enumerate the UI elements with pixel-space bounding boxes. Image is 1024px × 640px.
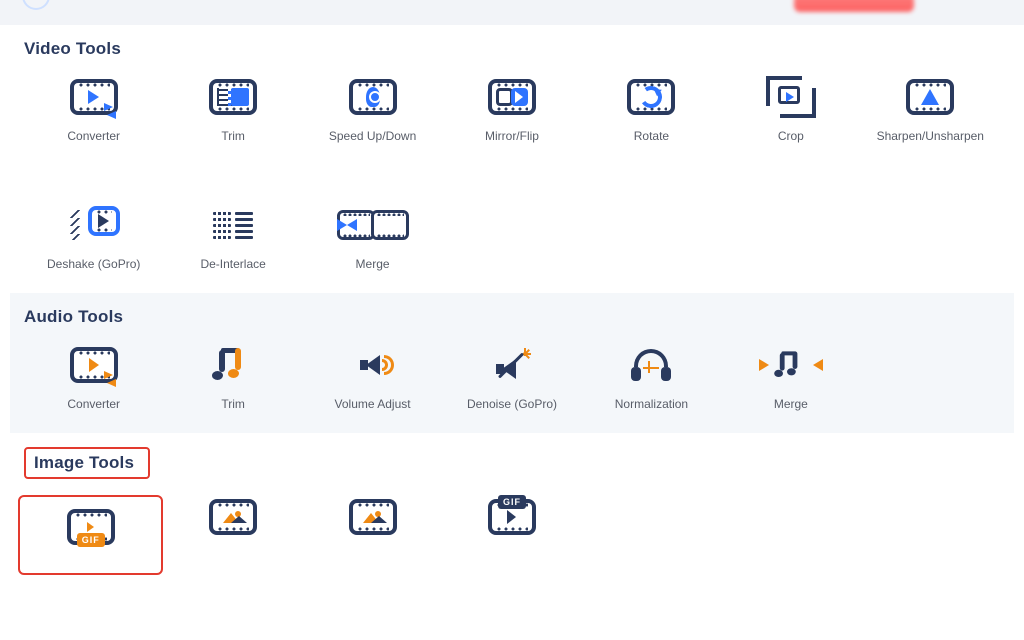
film-sharpen-icon (904, 75, 956, 119)
tool-audio-volume[interactable]: Volume Adjust (303, 343, 442, 411)
section-title-audio: Audio Tools (24, 307, 1000, 327)
video-to-gif-icon: GIF (65, 505, 117, 549)
audio-merge-icon (765, 343, 817, 387)
film-trim-icon (207, 75, 259, 119)
logo-fragment (22, 0, 50, 10)
tool-image-pic-to-video[interactable]: PIC to Video (303, 495, 442, 575)
tool-image-video-to-gif[interactable]: GIF Video to GIF (18, 495, 163, 575)
top-bar (0, 0, 1024, 25)
section-audio: Audio Tools Converter Trim (10, 293, 1014, 433)
tool-video-converter[interactable]: Converter (24, 75, 163, 143)
speaker-icon (347, 343, 399, 387)
audio-trim-icon (207, 343, 259, 387)
video-tools-grid: Converter Trim Speed Up/Down (24, 75, 1000, 271)
tool-audio-trim[interactable]: Trim (163, 343, 302, 411)
pic-to-video-icon (347, 495, 399, 539)
crop-icon (765, 75, 817, 119)
tool-video-speed[interactable]: Speed Up/Down (303, 75, 442, 143)
tool-audio-denoise[interactable]: Denoise (GoPro) (442, 343, 581, 411)
section-image: Image Tools GIF Video to GIF Vide (10, 433, 1014, 575)
tool-video-rotate[interactable]: Rotate (582, 75, 721, 143)
tool-image-video-to-pic[interactable]: Video to PIC (163, 495, 302, 575)
tool-image-gif-to-video[interactable]: GIF GIF to Video (442, 495, 581, 575)
deshake-icon (68, 203, 120, 247)
page: Video Tools Converter Trim (0, 25, 1024, 575)
film-converter-icon (68, 75, 120, 119)
film-merge-icon (347, 203, 399, 247)
upgrade-button[interactable] (794, 0, 914, 12)
tool-audio-normalization[interactable]: Normalization (582, 343, 721, 411)
tool-video-crop[interactable]: Crop (721, 75, 860, 143)
gif-to-video-icon: GIF (486, 495, 538, 539)
film-rocket-icon (347, 75, 399, 119)
tool-audio-converter[interactable]: Converter (24, 343, 163, 411)
gif-badge: GIF (77, 533, 105, 547)
tool-audio-merge[interactable]: Merge (721, 343, 860, 411)
tool-video-deinterlace[interactable]: De-Interlace (163, 203, 302, 271)
image-tools-grid: GIF Video to GIF Video to PIC (24, 495, 1000, 575)
section-title-image: Image Tools (24, 447, 1000, 479)
gif-badge: GIF (498, 495, 526, 509)
section-video: Video Tools Converter Trim (10, 25, 1014, 293)
tool-video-mirror[interactable]: Mirror/Flip (442, 75, 581, 143)
tool-video-deshake[interactable]: Deshake (GoPro) (24, 203, 163, 271)
film-mirror-icon (486, 75, 538, 119)
denoise-icon (486, 343, 538, 387)
video-to-pic-icon (207, 495, 259, 539)
audio-tools-grid: Converter Trim Volume Adjust (24, 343, 1000, 411)
tool-video-merge[interactable]: Merge (303, 203, 442, 271)
audio-converter-icon (68, 343, 120, 387)
headphones-icon (625, 343, 677, 387)
section-title-video: Video Tools (24, 39, 1000, 59)
film-rotate-icon (625, 75, 677, 119)
tool-video-trim[interactable]: Trim (163, 75, 302, 143)
section-title-image-highlight: Image Tools (24, 447, 150, 479)
deinterlace-icon (207, 203, 259, 247)
tool-video-sharpen[interactable]: Sharpen/Unsharpen (861, 75, 1000, 143)
